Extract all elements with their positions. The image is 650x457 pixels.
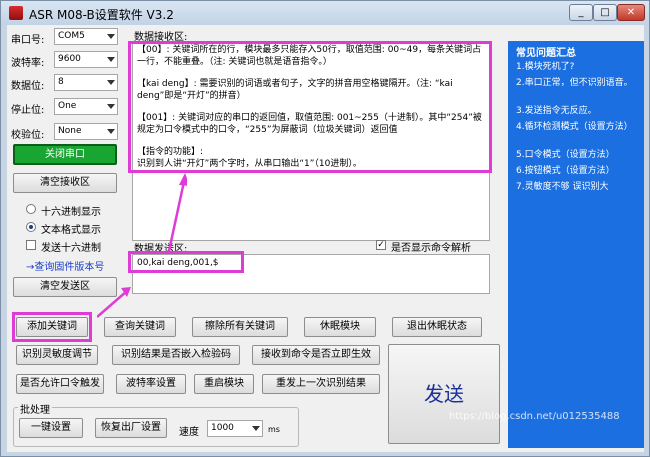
password-trigger-button[interactable]: 是否允许口令触发 (16, 374, 104, 394)
faq-item[interactable]: 7.灵敏度不够 误识别大 (516, 181, 640, 193)
one-key-setup-button[interactable]: 一键设置 (19, 418, 83, 438)
databits-select[interactable]: 8 (54, 74, 118, 91)
faq-item[interactable]: 3.发送指令无反应。 (516, 105, 640, 117)
parity-label: 校验位: (11, 130, 45, 141)
port-label: 串口号: (11, 35, 45, 46)
show-parse-label: 是否显示命令解析 (391, 243, 471, 254)
chevron-down-icon (107, 129, 115, 134)
close-window-button[interactable]: ✕ (617, 4, 645, 21)
parity-select[interactable]: None (54, 123, 118, 140)
send-hex-label: 发送十六进制 (41, 243, 101, 254)
arrow-line (167, 176, 187, 252)
resend-last-button[interactable]: 重发上一次识别结果 (262, 374, 380, 394)
factory-reset-button[interactable]: 恢复出厂设置 (95, 418, 167, 438)
erase-all-button[interactable]: 擦除所有关键词 (192, 317, 288, 337)
close-port-button[interactable]: 关闭串口 (13, 144, 117, 165)
embed-code-button[interactable]: 识别结果是否嵌入检验码 (112, 345, 240, 365)
app-icon (9, 6, 23, 20)
immediate-effect-button[interactable]: 接收到命令是否立即生效 (252, 345, 380, 365)
hex-display-label: 十六进制显示 (41, 207, 101, 218)
app-window: ASR M08-B设置软件 V3.2 _ □ ✕ 串口号: COM5 波特率: … (0, 0, 650, 457)
maximize-button[interactable]: □ (593, 4, 617, 21)
send-hex-checkbox[interactable] (26, 240, 36, 250)
faq-item[interactable]: 2.串口正常，但不识别语音。 (516, 77, 640, 89)
port-select[interactable]: COM5 (54, 28, 118, 45)
faq-item[interactable]: 5.口令模式（设置方法） (516, 149, 640, 161)
faq-panel: 常见问题汇总 1.模块死机了? 2.串口正常，但不识别语音。 3.发送指令无反应… (508, 41, 644, 448)
baud-label: 波特率: (11, 58, 45, 69)
databits-value: 8 (58, 77, 64, 87)
speed-select[interactable]: 1000 (207, 420, 263, 437)
query-firmware-link[interactable]: →查询固件版本号 (26, 258, 104, 273)
sensitivity-button[interactable]: 识别灵敏度调节 (16, 345, 98, 365)
chevron-down-icon (107, 80, 115, 85)
query-keyword-button[interactable]: 查询关键词 (104, 317, 176, 337)
watermark: https://blog.csdn.net/u012535488 (449, 411, 620, 422)
speed-value: 1000 (211, 423, 234, 433)
baud-value: 9600 (58, 54, 81, 64)
text-display-label: 文本格式显示 (41, 225, 101, 236)
sleep-button[interactable]: 休眠模块 (304, 317, 376, 337)
chevron-down-icon (252, 426, 260, 431)
stopbits-value: One (58, 101, 77, 111)
text-display-radio[interactable] (26, 222, 36, 232)
faq-item[interactable]: 6.按钮模式（设置方法） (516, 165, 640, 177)
stopbits-select[interactable]: One (54, 98, 118, 115)
arrow-line (97, 290, 128, 318)
speed-label: 速度 (179, 427, 199, 438)
faq-item[interactable]: 4.循环检测模式（设置方法） (516, 121, 640, 133)
arrow-head-icon (179, 173, 187, 186)
baud-set-button[interactable]: 波特率设置 (116, 374, 186, 394)
minimize-button[interactable]: _ (569, 4, 593, 21)
annotation-arrows (97, 173, 187, 318)
faq-item[interactable]: 1.模块死机了? (516, 61, 640, 73)
show-parse-checkbox[interactable]: ✓ (376, 240, 386, 250)
parity-value: None (58, 126, 82, 136)
databits-label: 数据位: (11, 81, 45, 92)
exit-sleep-button[interactable]: 退出休眠状态 (392, 317, 482, 337)
chevron-down-icon (107, 104, 115, 109)
restart-button[interactable]: 重启模块 (194, 374, 254, 394)
add-keyword-highlight-box (12, 312, 92, 342)
send-button[interactable]: 发送 (388, 344, 500, 444)
window-title: ASR M08-B设置软件 V3.2 (29, 8, 174, 22)
chevron-down-icon (107, 57, 115, 62)
title-bar: ASR M08-B设置软件 V3.2 _ □ ✕ (1, 1, 649, 25)
hex-display-radio[interactable] (26, 204, 36, 214)
main-panel: 串口号: COM5 波特率: 9600 数据位: 8 停止位: One 校验位:… (7, 25, 644, 452)
batch-label: 批处理 (18, 401, 52, 416)
stopbits-label: 停止位: (11, 105, 45, 116)
chevron-down-icon (107, 34, 115, 39)
baud-select[interactable]: 9600 (54, 51, 118, 68)
speed-unit: ms (268, 425, 280, 434)
receive-highlight-box (128, 41, 492, 173)
port-value: COM5 (58, 31, 85, 41)
faq-title: 常见问题汇总 (516, 48, 576, 59)
